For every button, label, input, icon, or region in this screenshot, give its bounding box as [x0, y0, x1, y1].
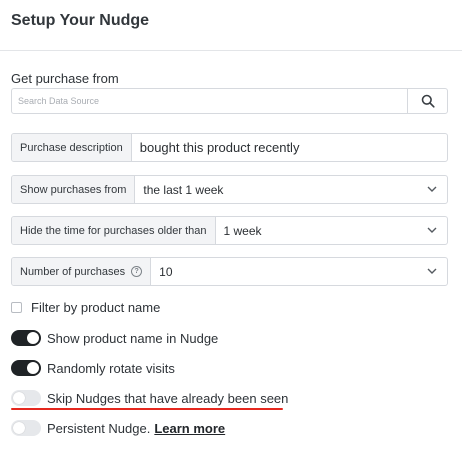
filter-by-product-name-checkbox[interactable] — [11, 302, 22, 313]
purchase-source-label: Get purchase from — [11, 71, 119, 86]
persistent-nudge-label: Persistent Nudge. — [47, 420, 151, 436]
number-of-purchases-field: Number of purchases ? 10 — [11, 257, 448, 286]
search-icon — [421, 94, 435, 108]
show-product-name-option[interactable]: Show product name in Nudge — [11, 330, 218, 346]
filter-by-product-name-label: Filter by product name — [31, 300, 161, 315]
chevron-down-icon — [427, 227, 437, 233]
rotate-visits-toggle[interactable] — [11, 360, 41, 376]
skip-seen-nudges-label: Skip Nudges that have already been seen — [47, 390, 289, 406]
show-purchases-from-value: the last 1 week — [143, 182, 224, 197]
number-of-purchases-value: 10 — [159, 264, 173, 279]
info-icon[interactable]: ? — [131, 266, 143, 277]
purchase-description-label: Purchase description — [12, 134, 132, 161]
data-source-search — [11, 88, 448, 114]
persistent-nudge-option[interactable]: Persistent Nudge. Learn more — [11, 420, 225, 436]
page-title: Setup Your Nudge — [11, 12, 150, 29]
show-purchases-from-field: Show purchases from the last 1 week — [11, 175, 448, 204]
toggle-knob — [27, 362, 39, 374]
skip-seen-nudges-toggle[interactable] — [11, 390, 41, 406]
rotate-visits-option[interactable]: Randomly rotate visits — [11, 360, 175, 376]
skip-seen-nudges-option[interactable]: Skip Nudges that have already been seen — [11, 390, 288, 406]
number-of-purchases-label-text: Number of purchases — [20, 265, 126, 278]
purchase-description-input[interactable]: bought this product recently — [132, 134, 447, 161]
show-purchases-from-select[interactable]: the last 1 week — [135, 176, 447, 203]
data-source-search-input[interactable] — [12, 89, 420, 113]
hide-time-value: 1 week — [223, 223, 262, 238]
chevron-down-icon — [427, 186, 437, 192]
number-of-purchases-label: Number of purchases ? — [12, 258, 152, 285]
filter-by-product-name-option[interactable]: Filter by product name — [11, 300, 160, 315]
persistent-nudge-toggle[interactable] — [11, 420, 41, 436]
header-divider — [0, 50, 462, 51]
show-purchases-from-label: Show purchases from — [12, 176, 136, 203]
toggle-knob — [27, 332, 39, 344]
show-product-name-label: Show product name in Nudge — [47, 330, 219, 346]
toggle-knob — [13, 422, 25, 434]
show-product-name-toggle[interactable] — [11, 330, 41, 346]
search-button[interactable] — [407, 89, 447, 113]
hide-time-select[interactable]: 1 week — [216, 217, 448, 244]
hide-time-label: Hide the time for purchases older than — [12, 217, 216, 244]
hide-time-field: Hide the time for purchases older than 1… — [11, 216, 448, 245]
highlight-underline — [11, 408, 283, 410]
number-of-purchases-select[interactable]: 10 — [151, 258, 447, 285]
chevron-down-icon — [427, 268, 437, 274]
toggle-knob — [13, 392, 25, 404]
purchase-description-field: Purchase description bought this product… — [11, 133, 448, 162]
rotate-visits-label: Randomly rotate visits — [47, 360, 175, 376]
learn-more-link[interactable]: Learn more — [154, 421, 225, 436]
